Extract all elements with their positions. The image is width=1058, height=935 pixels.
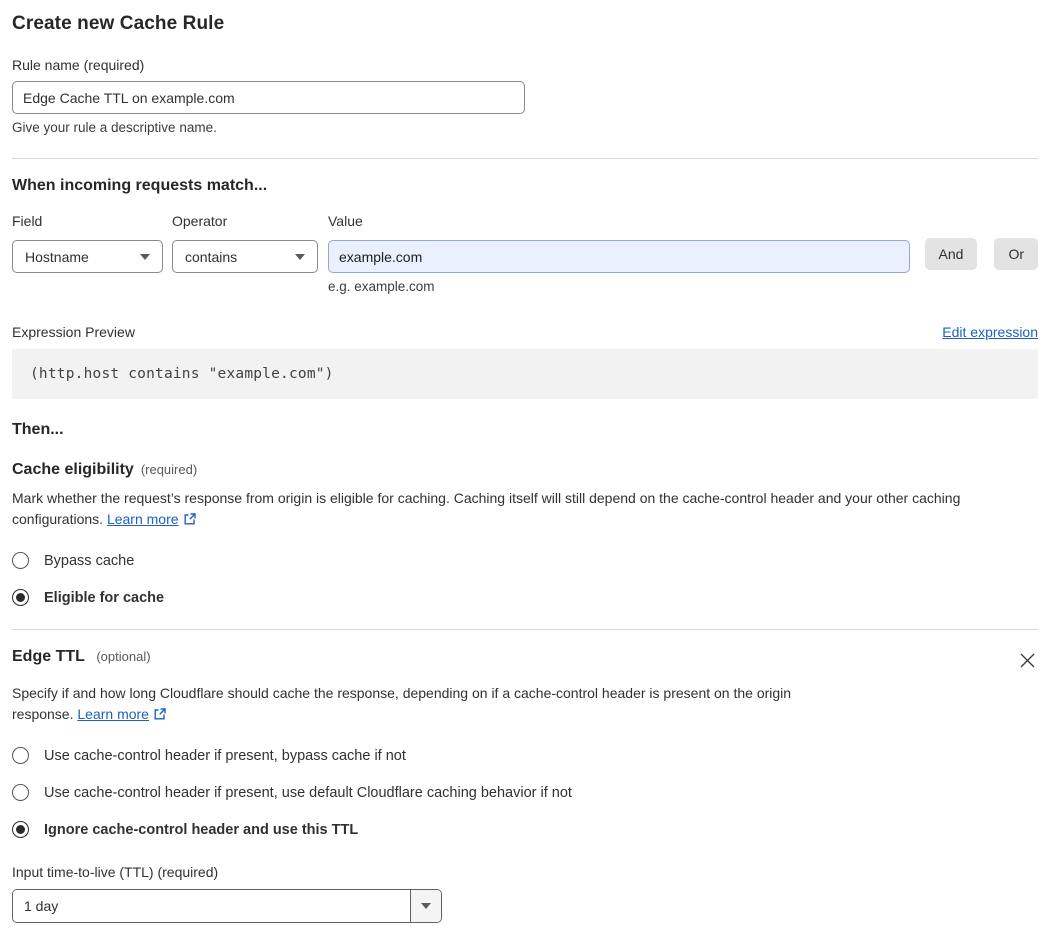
external-link-icon [183, 511, 197, 532]
operator-select[interactable]: contains [172, 240, 318, 273]
expression-code-block: (http.host contains "example.com") [12, 349, 1038, 399]
cache-eligibility-description: Mark whether the request’s response from… [12, 488, 1038, 532]
chevron-down-icon [421, 903, 431, 909]
edge-ttl-description: Specify if and how long Cloudflare shoul… [12, 683, 848, 727]
field-select[interactable]: Hostname [12, 240, 163, 273]
edit-expression-link[interactable]: Edit expression [942, 324, 1038, 340]
radio-label: Use cache-control header if present, use… [44, 784, 572, 801]
radio-label: Use cache-control header if present, byp… [44, 747, 406, 764]
ttl-label: Input time-to-live (TTL) (required) [12, 864, 219, 880]
rule-name-helper: Give your rule a descriptive name. [12, 120, 217, 135]
radio-use-cache-control-bypass[interactable]: Use cache-control header if present, byp… [12, 747, 1038, 764]
radio-eligible-for-cache[interactable]: Eligible for cache [12, 589, 1038, 606]
radio-icon[interactable] [12, 784, 29, 801]
edge-ttl-requirement: (optional) [96, 649, 151, 664]
value-hint: e.g. example.com [328, 279, 435, 294]
radio-label: Ignore cache-control header and use this… [44, 821, 359, 838]
field-label: Field [12, 213, 43, 229]
radio-icon[interactable] [12, 747, 29, 764]
radio-label: Bypass cache [44, 552, 135, 569]
edge-ttl-heading-row: Edge TTL (optional) [12, 648, 1038, 674]
operator-select-value: contains [185, 248, 238, 265]
radio-label: Eligible for cache [44, 589, 165, 606]
ttl-input[interactable] [13, 890, 410, 922]
rule-name-label: Rule name (required) [12, 57, 145, 73]
radio-ignore-cache-control[interactable]: Ignore cache-control header and use this… [12, 821, 1038, 838]
value-input[interactable] [328, 240, 910, 273]
cache-eligibility-heading: Cache eligibility [12, 461, 134, 478]
chevron-down-icon [140, 253, 150, 260]
cache-eligibility-heading-row: Cache eligibility (required) [12, 461, 1038, 479]
ttl-dropdown-button[interactable] [410, 890, 441, 922]
create-cache-rule-form: Create new Cache Rule Rule name (require… [0, 0, 1058, 935]
learn-more-link[interactable]: Learn more [107, 511, 179, 527]
radio-use-cache-control-default[interactable]: Use cache-control header if present, use… [12, 784, 1038, 801]
radio-icon[interactable] [12, 552, 29, 569]
radio-icon[interactable] [12, 821, 29, 838]
close-icon [1019, 653, 1036, 672]
then-heading: Then... [12, 421, 64, 438]
rule-name-input[interactable] [12, 81, 525, 114]
radio-icon[interactable] [12, 589, 29, 606]
field-select-value: Hostname [25, 248, 89, 265]
learn-more-link[interactable]: Learn more [77, 706, 149, 722]
close-edge-ttl-button[interactable] [1017, 650, 1038, 674]
page-title: Create new Cache Rule [12, 13, 225, 34]
cache-eligibility-requirement: (required) [140, 462, 198, 477]
section-divider [12, 629, 1038, 630]
match-row: Field Hostname Operator contains Value e… [12, 213, 1038, 294]
or-button[interactable]: Or [994, 238, 1038, 270]
expression-preview-label: Expression Preview [12, 324, 135, 340]
external-link-icon [153, 706, 167, 727]
chevron-down-icon [295, 253, 305, 260]
and-button[interactable]: And [924, 238, 978, 270]
edge-ttl-heading: Edge TTL [12, 648, 85, 665]
value-label: Value [328, 213, 363, 229]
section-divider [12, 158, 1038, 159]
match-section-heading: When incoming requests match... [12, 177, 268, 194]
ttl-combo [12, 889, 442, 923]
radio-bypass-cache[interactable]: Bypass cache [12, 552, 1038, 569]
operator-label: Operator [172, 213, 228, 229]
expression-preview-row: Expression Preview Edit expression [12, 324, 1038, 340]
